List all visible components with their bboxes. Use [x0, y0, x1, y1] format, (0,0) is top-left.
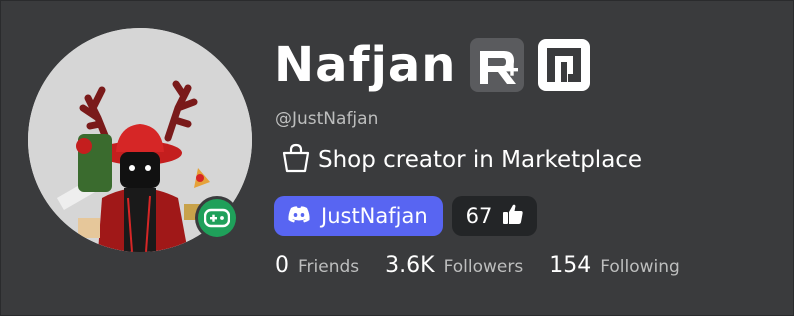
- following-stat[interactable]: 154 Following: [549, 253, 680, 278]
- friends-count: 0: [275, 253, 289, 278]
- gamepad-icon: [198, 199, 236, 237]
- roblox-plus-icon[interactable]: [470, 38, 525, 92]
- profile-header: Nafjan @JustNafjan Shop creator in Marke…: [0, 0, 794, 316]
- following-label: Following: [600, 257, 680, 277]
- discord-icon: [287, 205, 311, 227]
- premium-icon[interactable]: [538, 39, 591, 91]
- thumbs-up-icon: [502, 203, 524, 229]
- vote-count: 67: [465, 204, 493, 228]
- shop-creator-link[interactable]: Shop creator in Marketplace: [280, 142, 642, 178]
- followers-stat[interactable]: 3.6K Followers: [385, 253, 523, 278]
- display-name: Nafjan: [274, 37, 457, 93]
- shopping-bag-icon: [280, 142, 312, 178]
- following-count: 154: [549, 253, 592, 278]
- shop-text: Shop creator in Marketplace: [318, 147, 643, 173]
- discord-label: JustNafjan: [321, 204, 428, 228]
- presence-indicator[interactable]: [195, 196, 239, 240]
- followers-count: 3.6K: [385, 253, 435, 278]
- followers-label: Followers: [443, 257, 524, 277]
- like-button[interactable]: 67: [451, 196, 538, 236]
- stats-row: 0 Friends 3.6K Followers 154 Following: [275, 253, 706, 278]
- friends-label: Friends: [298, 257, 360, 277]
- name-row: Nafjan: [274, 35, 591, 95]
- social-row: JustNafjan 67: [274, 196, 538, 236]
- friends-stat[interactable]: 0 Friends: [275, 253, 359, 278]
- username: @JustNafjan: [275, 109, 379, 129]
- discord-button[interactable]: JustNafjan: [274, 196, 443, 236]
